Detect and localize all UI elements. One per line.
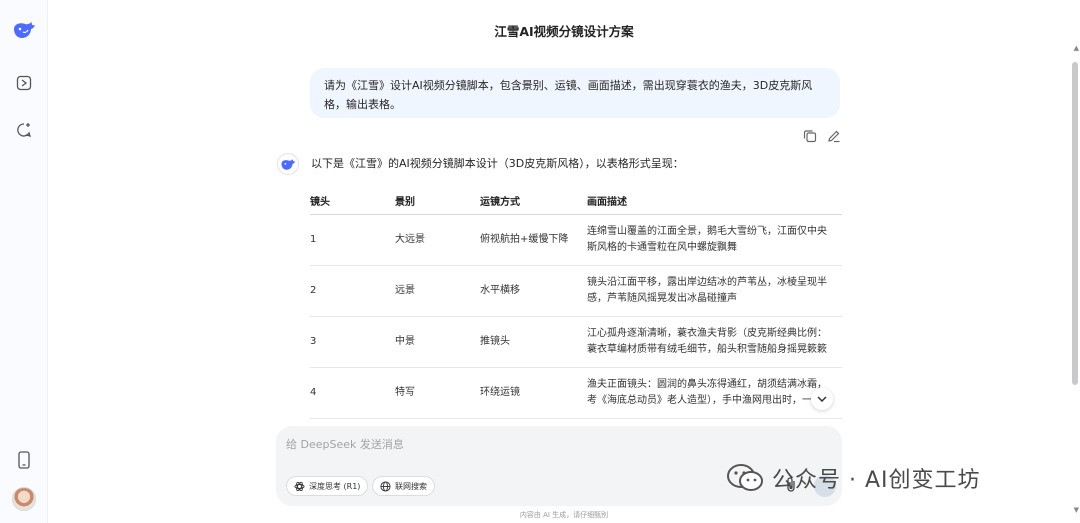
message-actions xyxy=(803,128,841,143)
cell-scale: 中景 xyxy=(395,316,480,368)
new-chat-icon[interactable] xyxy=(12,118,36,142)
wechat-icon xyxy=(727,464,763,491)
cell-shot: 4 xyxy=(310,367,395,419)
sidebar xyxy=(0,0,48,523)
edit-icon[interactable] xyxy=(827,128,841,143)
deepseek-logo-icon[interactable] xyxy=(12,18,36,42)
cell-shot: 3 xyxy=(310,316,395,368)
cell-camera: 推镜头 xyxy=(480,316,587,368)
cell-scale: 特写 xyxy=(395,367,480,419)
cell-description: 连绵雪山覆盖的江面全景，鹅毛大雪纷飞，江面仅中央 斯风格的卡通雪粒在风中螺旋飘舞 xyxy=(587,214,842,266)
toggle-sidebar-icon[interactable] xyxy=(12,71,36,95)
globe-icon xyxy=(380,480,391,492)
web-search-toggle[interactable]: 联网搜索 xyxy=(372,476,435,496)
atom-icon xyxy=(294,481,305,491)
scroll-up-icon[interactable]: ▲ xyxy=(1074,44,1079,52)
storyboard-table: 镜头 景别 运镜方式 画面描述 1 大远景 俯视航拍+缓慢下降 连绵雪山覆盖的江… xyxy=(310,188,842,426)
copy-icon[interactable] xyxy=(803,128,817,143)
cell-scale: 大远景 xyxy=(395,214,480,266)
desc-line: 江心孤舟逐渐清晰，蓑衣渔夫背影（皮克斯经典比例： xyxy=(587,327,827,339)
table-row: 2 远景 水平横移 镜头沿江面平移，露出岸边结冰的芦苇丛，冰棱呈现半 感，芦苇随风… xyxy=(310,265,842,317)
table-header-row: 镜头 景别 运镜方式 画面描述 xyxy=(310,188,842,215)
cell-camera: 俯视航拍+缓慢下降 xyxy=(480,214,587,266)
mobile-app-icon[interactable] xyxy=(12,448,36,472)
desc-line: 斯风格的卡通雪粒在风中螺旋飘舞 xyxy=(587,241,737,253)
col-header-shot: 镜头 xyxy=(310,188,395,215)
ai-disclaimer: 内容由 AI 生成，请仔细甄别 xyxy=(519,511,609,519)
col-header-camera: 运镜方式 xyxy=(480,188,587,215)
wechat-watermark: 公众号 · AI创变工坊 xyxy=(726,462,981,494)
col-header-description: 画面描述 xyxy=(587,188,842,215)
chat-title: 江雪AI视频分镜设计方案 xyxy=(494,24,634,39)
cell-scale: 远景 xyxy=(395,265,480,317)
desc-line: 连绵雪山覆盖的江面全景，鹅毛大雪纷飞，江面仅中央 xyxy=(587,225,827,237)
cell-description: 镜头沿江面平移，露出岸边结冰的芦苇丛，冰棱呈现半 感，芦苇随风摇晃发出冰晶碰撞声 xyxy=(587,265,842,317)
desc-line: 考《海底总动员》老人造型），手中渔网甩出时，一 xyxy=(587,394,812,406)
user-message: 请为《江雪》设计AI视频分镜脚本，包含景别、运镜、画面描述，需出现穿蓑衣的渔夫，… xyxy=(310,68,840,118)
desc-line: 蓑衣草编材质带有绒毛细节，船头积雪随船身摇晃簌簌 xyxy=(587,343,827,355)
desc-line: 渔夫正面镜头：圆润的鼻头冻得通红，胡须结满冰霜， xyxy=(587,378,827,390)
table-row: 4 特写 环绕运镜 渔夫正面镜头：圆润的鼻头冻得通红，胡须结满冰霜， 考《海底总动… xyxy=(310,367,842,419)
desc-line: 感，芦苇随风摇晃发出冰晶碰撞声 xyxy=(587,292,737,304)
cell-description: 江心孤舟逐渐清晰，蓑衣渔夫背影（皮克斯经典比例： 蓑衣草编材质带有绒毛细节，船头积… xyxy=(587,316,842,368)
cell-camera: 环绕运镜 xyxy=(480,367,587,419)
deep-think-label: 深度思考 (R1) xyxy=(309,481,361,491)
scroll-to-bottom-button[interactable] xyxy=(811,388,833,410)
deep-think-toggle[interactable]: 深度思考 (R1) xyxy=(286,476,369,496)
desc-line: 镜头沿江面平移，露出岸边结冰的芦苇丛，冰棱呈现半 xyxy=(587,276,827,288)
cell-shot: 1 xyxy=(310,214,395,266)
scrollbar-thumb[interactable] xyxy=(1072,62,1078,385)
cell-camera: 水平横移 xyxy=(480,265,587,317)
ai-intro-text: 以下是《江雪》的AI视频分镜脚本设计（3D皮克斯风格），以表格形式呈现： xyxy=(311,157,684,170)
table-row: 3 中景 推镜头 江心孤舟逐渐清晰，蓑衣渔夫背影（皮克斯经典比例： 蓑衣草编材质带… xyxy=(310,316,842,368)
cell-description: 渔夫正面镜头：圆润的鼻头冻得通红，胡须结满冰霜， 考《海底总动员》老人造型），手中… xyxy=(587,367,842,419)
message-input[interactable] xyxy=(286,434,726,454)
chevron-down-icon xyxy=(817,396,827,403)
ai-avatar-icon xyxy=(277,153,299,175)
col-header-scale: 景别 xyxy=(395,188,480,215)
user-avatar[interactable] xyxy=(12,487,36,511)
web-search-label: 联网搜索 xyxy=(395,481,427,491)
cell-shot: 2 xyxy=(310,265,395,317)
table-row: 1 大远景 俯视航拍+缓慢下降 连绵雪山覆盖的江面全景，鹅毛大雪纷飞，江面仅中央… xyxy=(310,214,842,266)
watermark-text: 公众号 · AI创变工坊 xyxy=(772,468,981,493)
